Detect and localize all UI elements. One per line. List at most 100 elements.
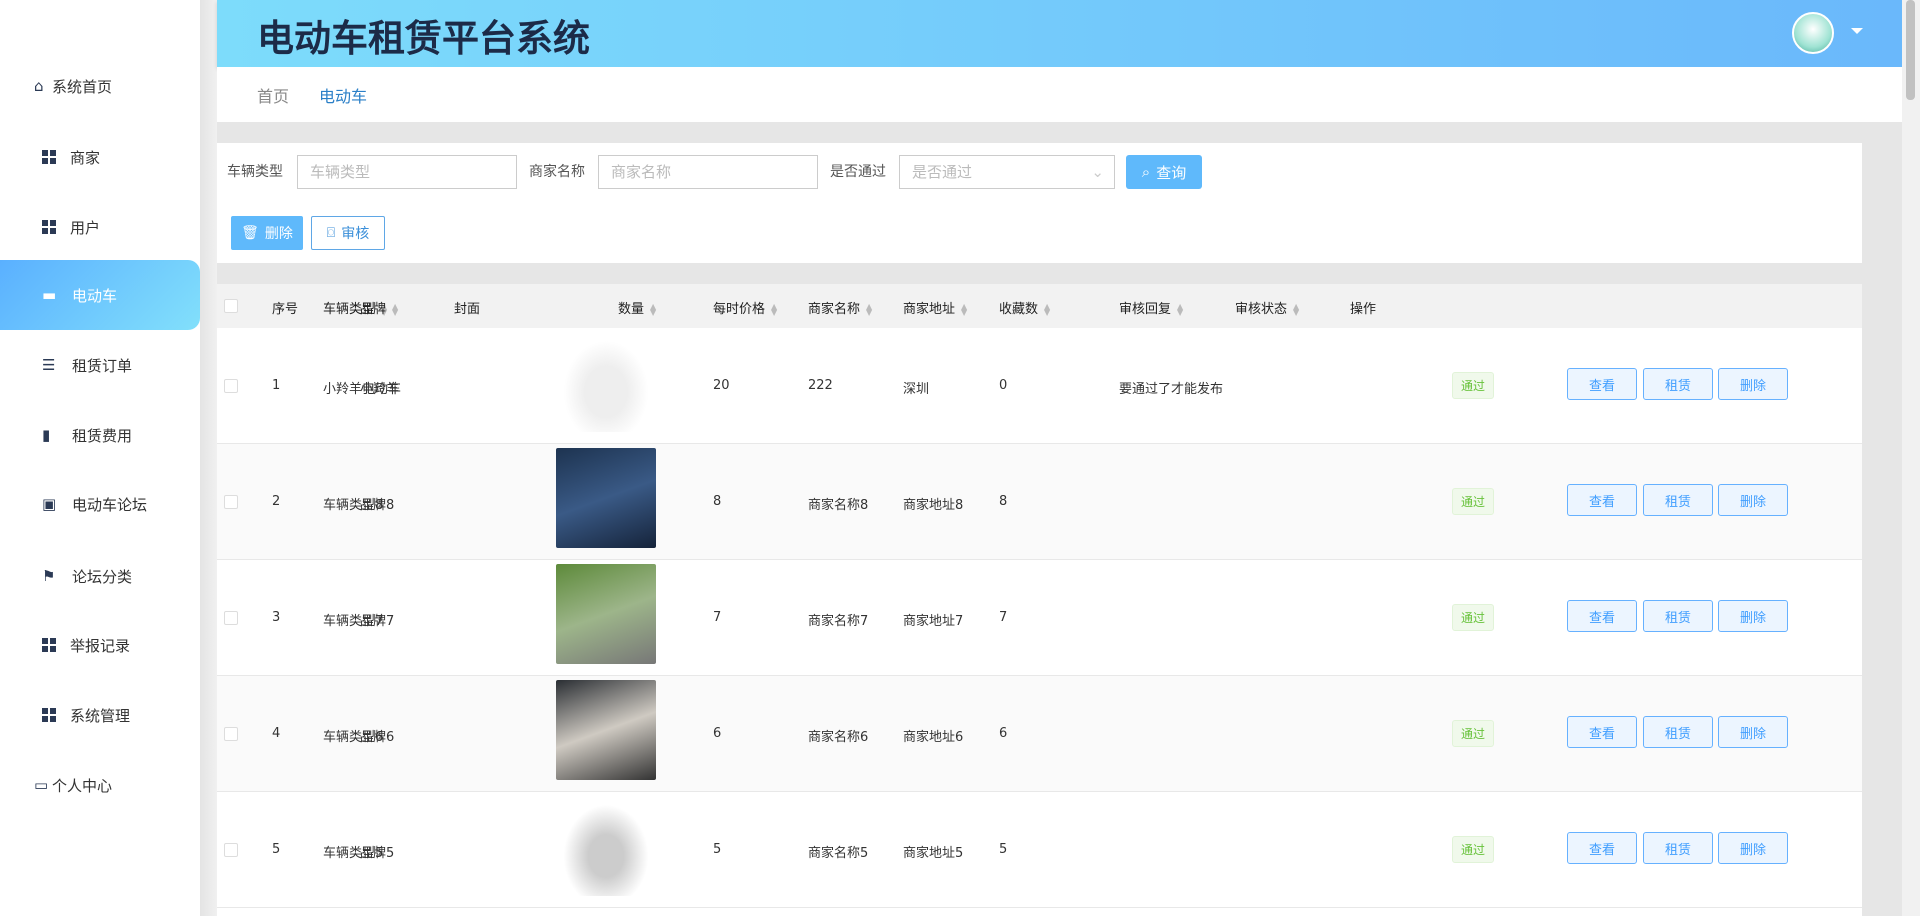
- cell-no: 3: [272, 610, 281, 625]
- row-checkbox[interactable]: [224, 611, 238, 625]
- delete-button[interactable]: 删除: [1718, 368, 1788, 400]
- cell-addr: 商家地址8: [903, 498, 964, 513]
- cell-addr: 商家地址5: [903, 846, 964, 861]
- sort-icon[interactable]: ▲ ▼: [1177, 302, 1183, 316]
- delete-button[interactable]: 删除: [1718, 600, 1788, 632]
- sort-icon[interactable]: ▲ ▼: [866, 302, 872, 316]
- type-label: 车辆类型: [227, 164, 283, 180]
- monitor-icon: ▬: [42, 286, 57, 304]
- rent-button[interactable]: 租赁: [1643, 832, 1713, 864]
- cell-brand: 品牌7: [360, 614, 395, 629]
- clipboard-icon: ▣: [42, 495, 57, 513]
- bulk-delete-label: 删除: [264, 226, 293, 242]
- select-all-checkbox[interactable]: [224, 299, 238, 313]
- avatar[interactable]: [1792, 12, 1834, 54]
- sidebar-item[interactable]: 系统管理: [0, 680, 200, 750]
- pass-select[interactable]: 是否通过 ⌄: [899, 155, 1115, 189]
- view-button[interactable]: 查看: [1567, 600, 1637, 632]
- column-header[interactable]: 品牌 ▲ ▼: [360, 298, 398, 317]
- grid-icon: [42, 708, 56, 722]
- column-header-label: 序号: [272, 302, 299, 317]
- scrollbar-thumb[interactable]: [1906, 0, 1915, 100]
- sidebar-item[interactable]: ☰ 租赁订单: [0, 330, 200, 400]
- status-badge: 通过: [1452, 604, 1495, 631]
- cell-fav: 0: [999, 378, 1008, 393]
- sidebar-item-label: 个人中心: [52, 776, 113, 795]
- column-header[interactable]: 审核状态 ▲ ▼: [1235, 298, 1299, 317]
- column-header[interactable]: 收藏数 ▲ ▼: [999, 298, 1050, 317]
- column-header[interactable]: 审核回复 ▲ ▼: [1119, 298, 1183, 317]
- table-row: 2车辆类型8品牌868商家名称8商家地址88通过查看租赁删除: [217, 444, 1862, 560]
- row-checkbox[interactable]: [224, 843, 238, 857]
- type-input[interactable]: 车辆类型: [297, 155, 517, 189]
- rent-button[interactable]: 租赁: [1643, 716, 1713, 748]
- sort-icon[interactable]: ▲ ▼: [392, 302, 398, 316]
- column-header[interactable]: 商家名称 ▲ ▼: [808, 298, 872, 317]
- breadcrumb-home[interactable]: 首页: [257, 83, 289, 107]
- table-row: 4车辆类型6品牌666商家名称6商家地址66通过查看租赁删除: [217, 676, 1862, 792]
- bulk-delete-button[interactable]: 🗑 删除: [231, 216, 303, 250]
- query-button[interactable]: ⌕ 查询: [1126, 155, 1202, 189]
- row-checkbox[interactable]: [224, 495, 238, 509]
- trash-icon: 🗑: [241, 225, 259, 241]
- column-header[interactable]: 商家地址 ▲ ▼: [903, 298, 967, 317]
- chevron-down-icon: ⌄: [1091, 163, 1104, 181]
- sidebar-item[interactable]: 举报记录: [0, 610, 200, 680]
- column-header-label: 商家地址: [903, 302, 956, 317]
- sidebar-item[interactable]: 用户: [0, 192, 200, 262]
- book-icon: ▮: [42, 426, 51, 444]
- card-icon: ▭: [34, 776, 49, 794]
- view-button[interactable]: 查看: [1567, 832, 1637, 864]
- vehicle-cover-image[interactable]: [556, 564, 656, 664]
- status-badge: 通过: [1452, 372, 1495, 399]
- audit-icon: ⌼: [326, 225, 336, 241]
- audit-button[interactable]: ⌼ 审核: [311, 216, 385, 250]
- view-button[interactable]: 查看: [1567, 368, 1637, 400]
- pass-select-placeholder: 是否通过: [912, 163, 973, 181]
- column-header-label: 商家名称: [808, 302, 861, 317]
- cell-price: 8: [713, 494, 722, 509]
- view-button[interactable]: 查看: [1567, 716, 1637, 748]
- column-header-label: 收藏数: [999, 302, 1039, 317]
- sliders-icon: ☰: [42, 356, 56, 374]
- status-badge: 通过: [1452, 720, 1495, 747]
- column-header: 操作: [1350, 298, 1376, 317]
- column-header[interactable]: 每时价格 ▲ ▼: [713, 298, 777, 317]
- sidebar-item[interactable]: ▣ 电动车论坛: [0, 469, 200, 539]
- top-header: 电动车租赁平台系统: [217, 0, 1902, 67]
- vehicle-cover-image[interactable]: [556, 796, 656, 896]
- sidebar-item[interactable]: ▬ 电动车: [0, 260, 200, 330]
- sidebar-item[interactable]: ⌂ 系统首页: [0, 51, 200, 121]
- row-checkbox[interactable]: [224, 379, 238, 393]
- sort-icon[interactable]: ▲ ▼: [1044, 302, 1050, 316]
- vehicle-cover-image[interactable]: [556, 332, 656, 432]
- sort-icon[interactable]: ▲ ▼: [1293, 302, 1299, 316]
- sidebar-item[interactable]: ▮ 租赁费用: [0, 400, 200, 470]
- column-header[interactable]: 数量 ▲ ▼: [618, 298, 656, 317]
- chevron-down-icon[interactable]: [1851, 28, 1863, 40]
- rent-button[interactable]: 租赁: [1643, 484, 1713, 516]
- sort-icon[interactable]: ▲ ▼: [650, 302, 656, 316]
- delete-button[interactable]: 删除: [1718, 832, 1788, 864]
- sort-icon[interactable]: ▲ ▼: [771, 302, 777, 316]
- column-header: 序号: [272, 298, 298, 317]
- rent-button[interactable]: 租赁: [1643, 368, 1713, 400]
- row-checkbox[interactable]: [224, 727, 238, 741]
- delete-button[interactable]: 删除: [1718, 484, 1788, 516]
- filter-panel: 车辆类型 车辆类型 商家名称 商家名称 是否通过 是否通过 ⌄ ⌕ 查询 🗑 删除 ⌼…: [217, 143, 1862, 263]
- delete-button[interactable]: 删除: [1718, 716, 1788, 748]
- cell-fav: 7: [999, 610, 1008, 625]
- merchant-label: 商家名称: [529, 164, 585, 180]
- scrollbar[interactable]: [1902, 0, 1920, 916]
- sidebar-item[interactable]: ⚑ 论坛分类: [0, 541, 200, 611]
- sidebar-item[interactable]: 商家: [0, 122, 200, 192]
- vehicle-cover-image[interactable]: [556, 680, 656, 780]
- merchant-input[interactable]: 商家名称: [598, 155, 818, 189]
- sort-icon[interactable]: ▲ ▼: [961, 302, 967, 316]
- rent-button[interactable]: 租赁: [1643, 600, 1713, 632]
- view-button[interactable]: 查看: [1567, 484, 1637, 516]
- vehicle-cover-image[interactable]: [556, 448, 656, 548]
- vehicle-table: 序号 车辆类型 ▲ ▼ 品牌 ▲ ▼ 封面 数量 ▲ ▼ 每时价格 ▲ ▼ 商家名称 ▲ ▼ 商家地址 ▲ ▼ 收藏数 ▲…: [217, 284, 1862, 916]
- cell-merchant: 商家名称5: [808, 846, 869, 861]
- sidebar-item[interactable]: ▭ 个人中心: [0, 750, 200, 820]
